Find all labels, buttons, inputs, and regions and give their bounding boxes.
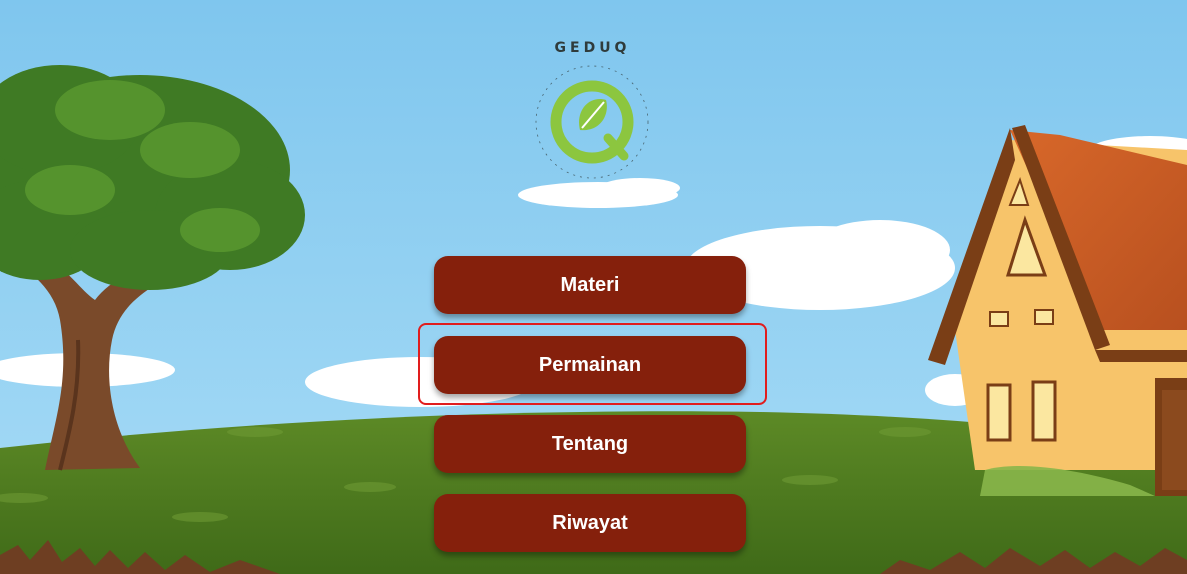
riwayat-button[interactable]: Riwayat xyxy=(434,494,746,552)
tentang-button[interactable]: Tentang xyxy=(434,415,746,473)
materi-button[interactable]: Materi xyxy=(434,256,746,314)
permainan-button[interactable]: Permainan xyxy=(434,336,746,394)
geduq-logo: GEDUQ xyxy=(520,40,665,185)
main-menu-screen: GEDUQ Materi Permainan Tentang Riwayat xyxy=(0,0,1187,574)
logo-emblem-icon xyxy=(535,65,649,179)
